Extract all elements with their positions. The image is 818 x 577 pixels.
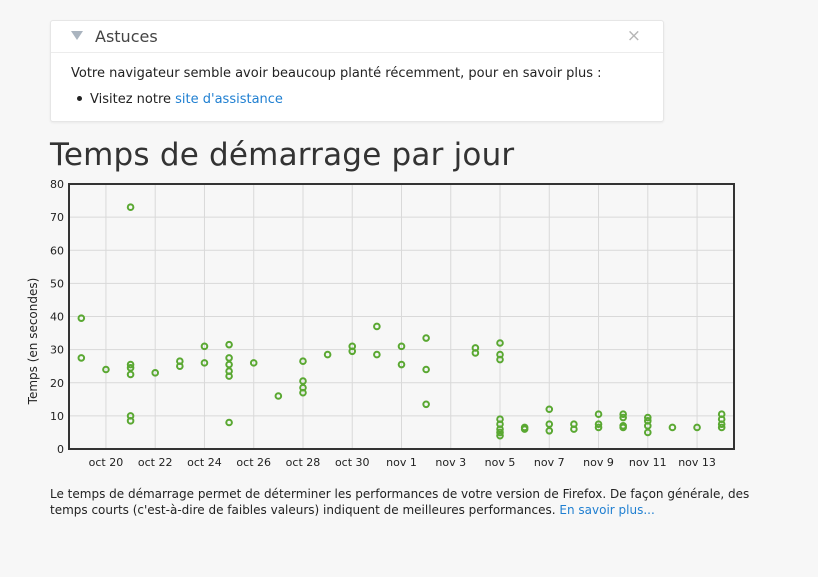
y-tick-label: 0: [57, 443, 64, 456]
y-tick-label: 10: [50, 410, 64, 423]
x-tick-label: nov 13: [678, 456, 716, 469]
y-tick-label: 50: [50, 277, 64, 290]
y-tick-label: 60: [50, 244, 64, 257]
y-tick-label: 30: [50, 344, 64, 357]
data-point[interactable]: [422, 400, 430, 409]
learn-more-link[interactable]: En savoir plus...: [559, 503, 654, 517]
x-axis-ticks: oct 20 oct 22 oct 24 oct 26 oct 28 oct 30 nov …: [89, 456, 716, 469]
x-tick-label: nov 1: [386, 456, 417, 469]
data-point[interactable]: [77, 314, 86, 322]
x-tick-label: oct 30: [335, 456, 370, 469]
data-point[interactable]: [520, 425, 529, 433]
data-point[interactable]: [570, 425, 578, 433]
data-point[interactable]: [126, 417, 135, 425]
y-tick-label: 70: [50, 211, 64, 224]
x-tick-label: nov 5: [485, 456, 516, 469]
y-tick-label: 80: [50, 178, 64, 191]
data-point[interactable]: [225, 360, 233, 369]
data-point[interactable]: [126, 203, 135, 211]
data-point[interactable]: [126, 370, 135, 379]
x-tick-label: oct 24: [187, 456, 222, 469]
data-point[interactable]: [373, 350, 381, 359]
data-point[interactable]: [225, 418, 233, 427]
data-point[interactable]: [619, 423, 627, 432]
grid: [69, 184, 734, 449]
y-axis-label: Temps (en secondes): [26, 278, 40, 406]
data-point[interactable]: [274, 392, 283, 400]
data-point[interactable]: [471, 349, 480, 357]
data-point[interactable]: [422, 334, 430, 342]
data-point[interactable]: [373, 322, 381, 331]
y-tick-label: 40: [50, 311, 64, 324]
data-point[interactable]: [422, 365, 430, 374]
x-tick-label: nov 7: [534, 456, 565, 469]
x-tick-label: oct 26: [236, 456, 271, 469]
x-tick-label: nov 11: [629, 456, 667, 469]
x-tick-label: oct 20: [89, 456, 124, 469]
data-point[interactable]: [176, 362, 184, 370]
x-tick-label: oct 28: [286, 456, 321, 469]
data-point[interactable]: [323, 350, 332, 359]
data-point[interactable]: [225, 372, 233, 380]
data-point[interactable]: [225, 340, 233, 349]
x-tick-label: nov 9: [583, 456, 614, 469]
data-point[interactable]: [225, 354, 233, 362]
data-point[interactable]: [668, 423, 677, 432]
y-axis-ticks: 0 10 20 30 40 50 60 70 80: [50, 178, 64, 456]
description: Le temps de démarrage permet de détermin…: [50, 486, 770, 518]
x-tick-label: nov 3: [435, 456, 466, 469]
data-point[interactable]: [77, 354, 86, 362]
x-tick-label: oct 22: [138, 456, 173, 469]
y-tick-label: 20: [50, 377, 64, 390]
